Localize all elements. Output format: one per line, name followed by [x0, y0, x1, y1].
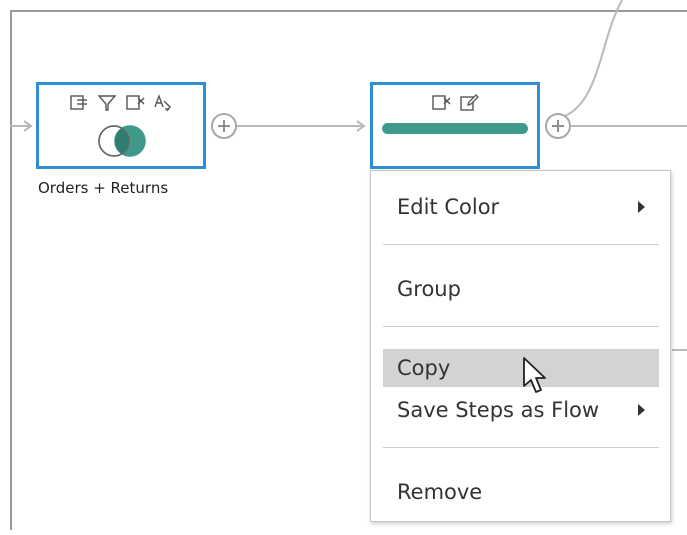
edit-icon[interactable]	[458, 93, 480, 113]
menu-item-label: Group	[397, 277, 461, 301]
menu-separator	[383, 447, 659, 448]
remove-field-icon[interactable]	[124, 93, 146, 113]
submenu-arrow-icon	[638, 201, 645, 213]
clean-step[interactable]	[370, 82, 540, 169]
join-step[interactable]	[36, 82, 206, 169]
step-color-bar	[382, 123, 528, 134]
filter-list-icon[interactable]	[68, 93, 90, 113]
step-caption: Orders + Returns	[38, 179, 169, 197]
step-toolbar	[373, 93, 537, 113]
menu-item-remove[interactable]: Remove	[383, 473, 659, 511]
menu-item-copy[interactable]: Copy	[383, 349, 659, 387]
menu-separator	[383, 326, 659, 327]
menu-item-edit-color[interactable]: Edit Color	[383, 188, 659, 226]
menu-item-label: Save Steps as Flow	[397, 398, 600, 422]
remove-field-icon[interactable]	[430, 93, 452, 113]
add-step-button[interactable]	[211, 113, 237, 139]
menu-item-label: Copy	[397, 356, 451, 380]
menu-item-label: Edit Color	[397, 195, 500, 219]
mouse-pointer-icon	[523, 357, 546, 393]
connector-curve	[564, 0, 623, 117]
context-menu: Edit Color Group Copy Save Steps as Flow…	[370, 170, 671, 522]
menu-separator	[383, 244, 659, 245]
step-toolbar	[39, 93, 203, 113]
submenu-arrow-icon	[638, 404, 645, 416]
inner-join-icon	[98, 125, 146, 157]
filter-icon[interactable]	[96, 93, 118, 113]
rename-field-icon[interactable]	[152, 93, 174, 113]
add-step-button[interactable]	[545, 113, 571, 139]
menu-item-save-steps-as-flow[interactable]: Save Steps as Flow	[383, 391, 659, 429]
menu-item-label: Remove	[397, 480, 483, 504]
menu-item-group[interactable]: Group	[383, 270, 659, 308]
